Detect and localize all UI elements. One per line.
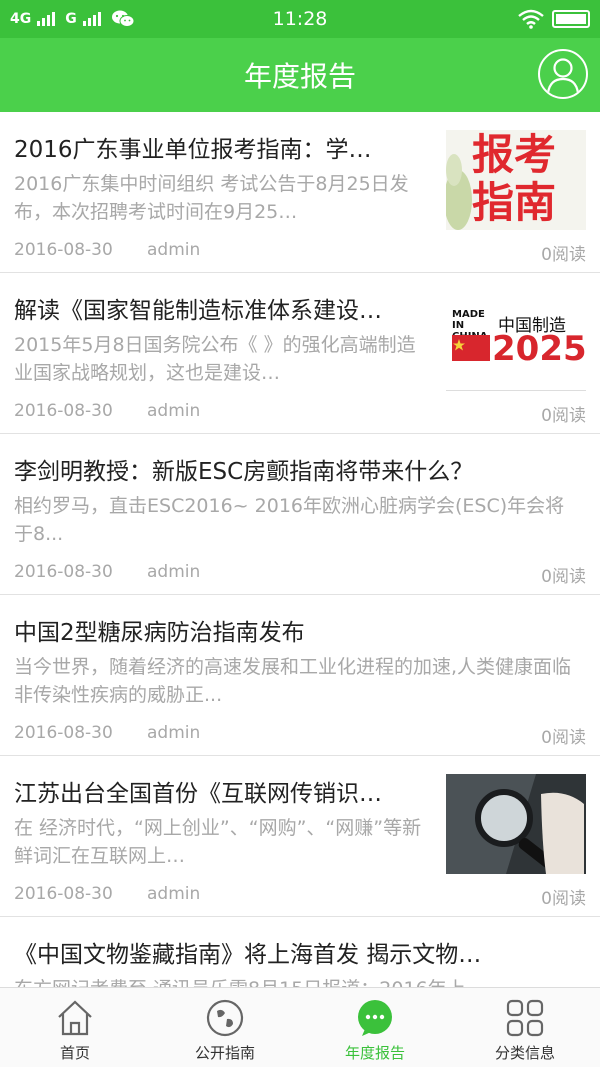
article-reads: 0阅读 [541,889,586,909]
china-flag-icon [452,335,490,361]
globe-icon [206,999,244,1037]
grid-icon [506,999,544,1037]
article-date: 2016-08-30 [14,562,113,582]
article-item[interactable]: 解读《国家智能制造标准体系建设… 2015年5月8日国务院公布《 》的强化高端制… [0,273,600,434]
article-reads: 0阅读 [541,567,586,587]
article-title: 李剑明教授：新版ESC房颤指南将带来什么？ [14,459,474,485]
article-list: 2016广东事业单位报考指南：学… 2016广东集中时间组织 考试公告于8月25… [0,112,600,987]
tab-label: 首页 [59,1044,90,1062]
tab-label: 分类信息 [494,1044,555,1062]
tab-label: 年度报告 [344,1044,405,1062]
thumb-text-bottom: 指南 [472,178,557,227]
magnifier-photo [446,774,586,874]
tab-categories[interactable]: 分类信息 [450,988,600,1067]
article-item[interactable]: 江苏出台全国首份《互联网传销识… 在 经济时代，“网上创业”、“网购”、“网赚”… [0,756,600,917]
article-thumbnail: 报考 指南 [446,130,586,230]
article-item[interactable]: 中国2型糖尿病防治指南发布 当今世界，随着经济的高速发展和工业化进程的加速,人类… [0,595,600,756]
article-title: 中国2型糖尿病防治指南发布 [14,620,305,646]
network-4g-label: 4G [10,11,32,27]
thumb-text-top: 报考 [472,130,557,179]
article-summary: 相约罗马，直击ESC2016~ 2016年欧洲心脏病学会(ESC)年会将于8..… [14,495,565,545]
article-thumbnail [446,774,586,874]
article-title: 《中国文物鉴藏指南》将上海首发 揭示文物… [14,942,482,968]
thumb-2025: 2025 [492,329,586,369]
user-icon [546,58,580,94]
battery-icon [552,10,590,28]
article-item[interactable]: 李剑明教授：新版ESC房颤指南将带来什么？ 相约罗马，直击ESC2016~ 20… [0,434,600,595]
article-reads: 0阅读 [541,406,586,426]
tab-label: 公开指南 [194,1044,255,1062]
article-title: 2016广东事业单位报考指南：学… [14,137,372,163]
article-summary: 当今世界，随着经济的高速发展和工业化进程的加速,人类健康面临非传染性疾病的威胁正… [14,656,572,706]
network-g-label: G [65,11,77,27]
article-date: 2016-08-30 [14,723,113,743]
article-date: 2016-08-30 [14,240,113,260]
user-avatar-button[interactable] [538,49,588,99]
article-author: admin [147,401,201,421]
article-summary: 东方网记者费至 通讯员乐雷8月15日报道：2016年上 [14,975,584,987]
article-author: admin [147,723,201,743]
signal-icon-2 [82,12,101,26]
article-thumbnail: MADE IN CHINA 中国制造 2025 [446,291,586,391]
article-title: 解读《国家智能制造标准体系建设… [14,298,382,324]
article-summary: 2015年5月8日国务院公布《 》的强化高端制造业国家战略规划，这也是建设… [14,334,416,384]
wifi-icon [518,9,544,29]
article-item[interactable]: 2016广东事业单位报考指南：学… 2016广东集中时间组织 考试公告于8月25… [0,112,600,273]
chat-bubble-icon [358,1000,392,1036]
article-reads: 0阅读 [541,728,586,748]
bottom-tab-bar: 首页 公开指南 年度报告 分类信息 [0,987,600,1067]
app-header: 年度报告 [0,38,600,112]
article-meta: 2016-08-30 admin 0阅读 [14,562,586,587]
article-summary: 在 经济时代，“网上创业”、“网购”、“网赚”等新鲜词汇在互联网上… [14,817,422,867]
article-date: 2016-08-30 [14,884,113,904]
article-meta: 2016-08-30 admin 0阅读 [14,401,586,426]
page-title: 年度报告 [243,60,356,93]
tab-home[interactable]: 首页 [0,988,150,1067]
article-date: 2016-08-30 [14,401,113,421]
article-author: admin [147,562,201,582]
article-meta: 2016-08-30 admin 0阅读 [14,240,586,265]
tab-public-guide[interactable]: 公开指南 [150,988,300,1067]
wechat-icon [111,10,135,27]
article-summary: 2016广东集中时间组织 考试公告于8月25日发布，本次招聘考试时间在9月25… [14,173,409,223]
article-title: 江苏出台全国首份《互联网传销识… [14,781,382,807]
status-right [518,9,590,29]
article-item[interactable]: 《中国文物鉴藏指南》将上海首发 揭示文物… 东方网记者费至 通讯员乐雷8月15日… [0,917,600,987]
article-reads: 0阅读 [541,245,586,265]
article-meta: 2016-08-30 admin 0阅读 [14,884,586,909]
article-meta: 2016-08-30 admin 0阅读 [14,723,586,748]
home-icon [58,1000,92,1036]
status-left: 4G G [10,9,135,29]
signal-icon [37,12,56,26]
tab-annual-report[interactable]: 年度报告 [300,988,450,1067]
article-author: admin [147,240,201,260]
article-author: admin [147,884,201,904]
status-bar: 4G G 11:28 [0,0,600,38]
